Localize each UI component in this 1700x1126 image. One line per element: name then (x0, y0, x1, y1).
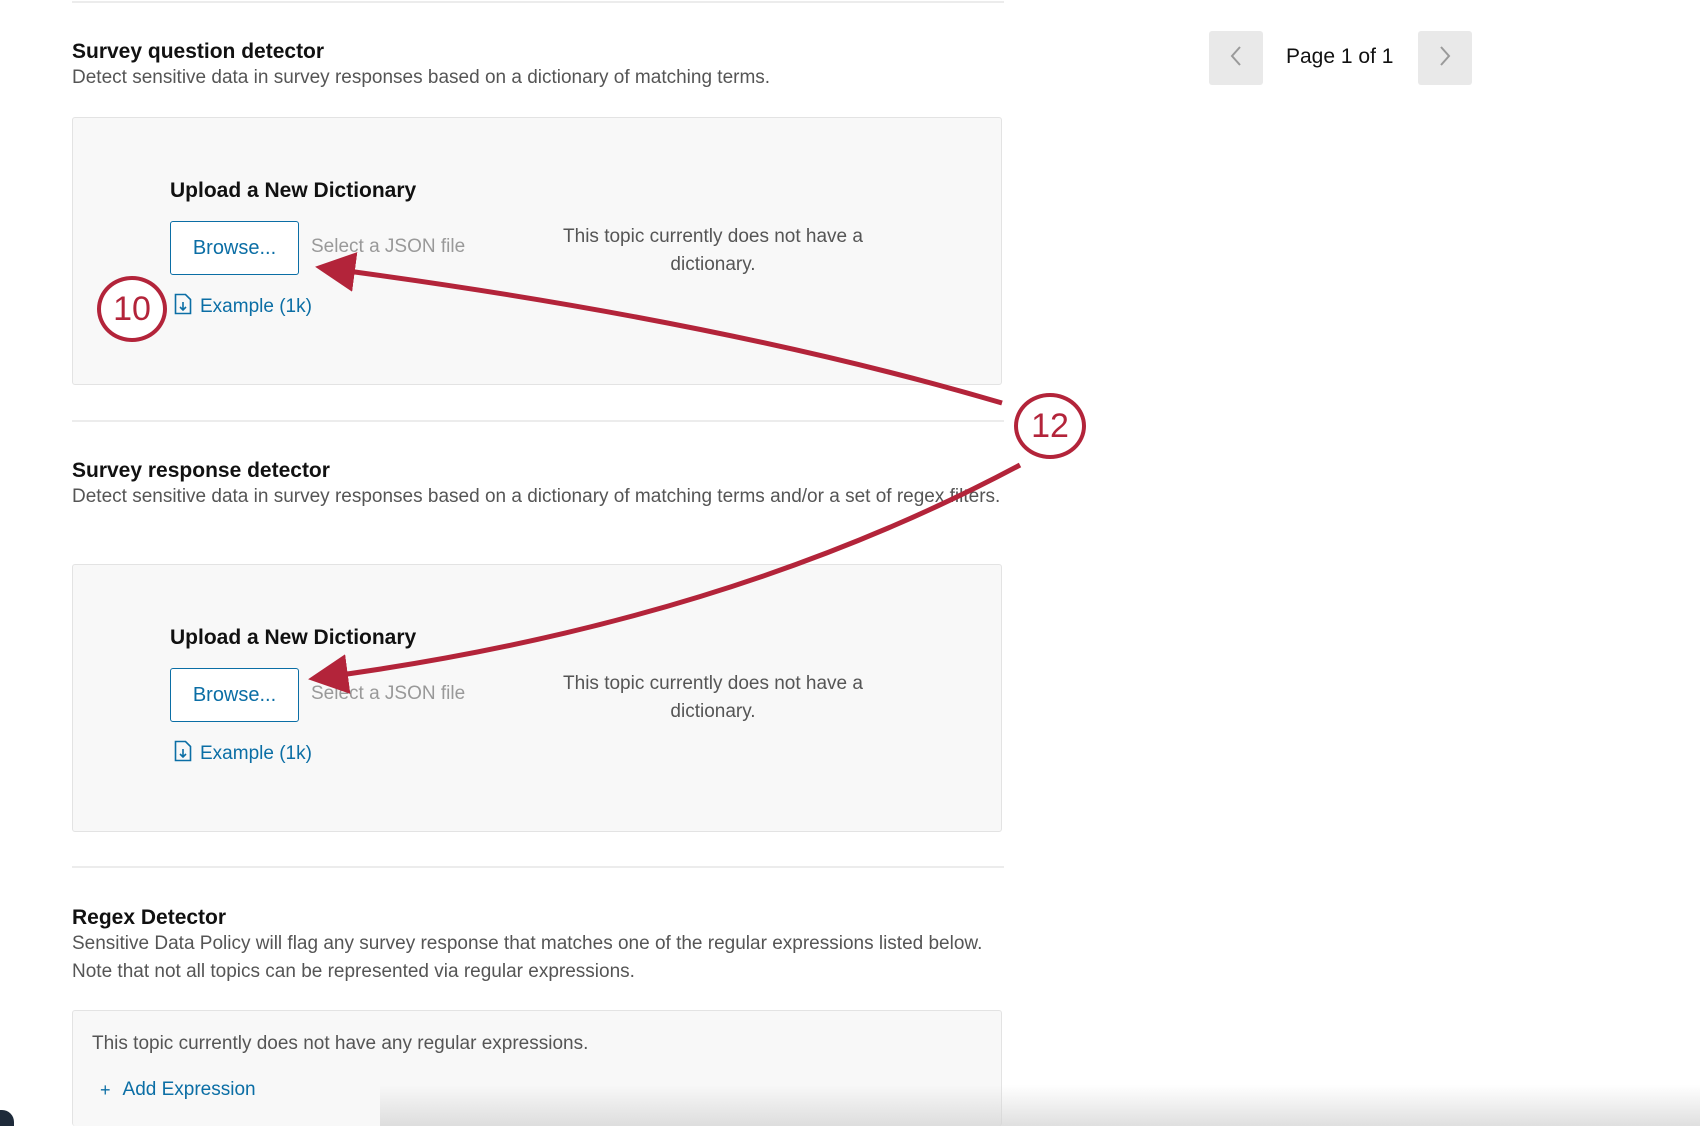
upload-dictionary-title: Upload a New Dictionary (170, 179, 417, 202)
example-link-label: Example (1k) (200, 743, 312, 764)
no-dictionary-message: This topic currently does not have a dic… (563, 226, 863, 275)
chevron-right-icon (1438, 45, 1452, 72)
file-placeholder: Select a JSON file (311, 683, 466, 704)
plus-icon: + (100, 1079, 111, 1100)
upload-dictionary-title: Upload a New Dictionary (170, 626, 417, 649)
response-detector-description: Detect sensitive data in survey response… (72, 486, 1001, 507)
example-link-label: Example (1k) (200, 296, 312, 317)
top-divider (72, 1, 1004, 3)
chevron-left-icon (1229, 45, 1243, 72)
previous-page-button[interactable] (1209, 31, 1263, 85)
regex-detector-description: Sensitive Data Policy will flag any surv… (72, 933, 983, 982)
question-detector-description: Detect sensitive data in survey response… (72, 67, 771, 88)
section-divider (72, 866, 1004, 868)
response-detector-title: Survey response detector (72, 459, 330, 482)
no-regex-message: This topic currently does not have any r… (92, 1033, 589, 1054)
window-corner (0, 1110, 14, 1126)
example-download-link[interactable]: Example (1k) (174, 740, 312, 768)
add-expression-button[interactable]: + Add Expression (100, 1079, 256, 1101)
add-expression-label: Add Expression (122, 1079, 256, 1100)
callout-12: 12 (1014, 393, 1086, 459)
browse-button[interactable]: Browse... (170, 221, 299, 275)
example-download-link[interactable]: Example (1k) (174, 293, 312, 321)
browse-button[interactable]: Browse... (170, 668, 299, 722)
question-detector-title: Survey question detector (72, 40, 325, 63)
bottom-shadow (380, 1085, 1700, 1126)
file-download-icon (174, 740, 200, 768)
next-page-button[interactable] (1418, 31, 1472, 85)
callout-10: 10 (97, 276, 167, 342)
page-indicator: Page 1 of 1 (1286, 45, 1394, 68)
file-download-icon (174, 293, 200, 321)
question-detector-panel: Upload a New Dictionary Browse... Select… (72, 117, 1002, 385)
section-divider (72, 420, 1004, 422)
file-placeholder: Select a JSON file (311, 236, 466, 257)
no-dictionary-message: This topic currently does not have a dic… (563, 673, 863, 722)
response-detector-panel: Upload a New Dictionary Browse... Select… (72, 564, 1002, 832)
regex-detector-title: Regex Detector (72, 906, 227, 929)
